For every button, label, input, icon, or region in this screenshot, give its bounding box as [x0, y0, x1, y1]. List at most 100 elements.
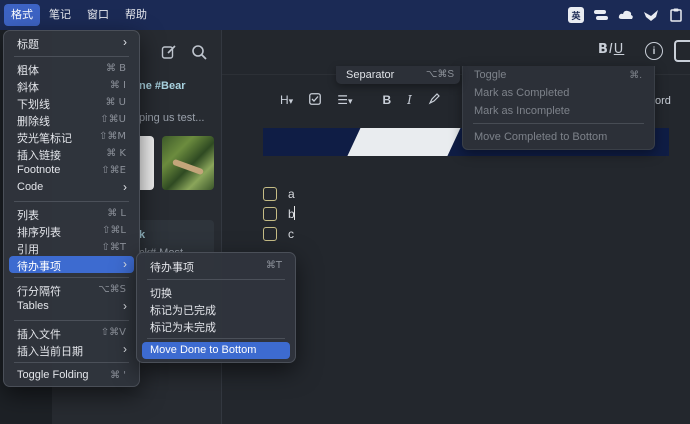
menu-separator	[14, 56, 129, 57]
menu-item-label: 行分隔符	[17, 286, 61, 298]
menu-item-quote[interactable]: 引用 ⇧⌘T	[9, 239, 134, 256]
checkbox-icon[interactable]	[309, 92, 322, 108]
menu-item-shortcut: ⇧⌘L	[102, 225, 126, 236]
menu-item-bold[interactable]: 粗体 ⌘ B	[9, 60, 134, 77]
bold-button[interactable]: B	[383, 93, 392, 107]
compose-icon[interactable]	[158, 41, 180, 63]
menu-format[interactable]: 格式	[4, 4, 40, 26]
menu-item-label: 插入文件	[17, 329, 61, 341]
bold-label: B	[598, 42, 609, 57]
menu-item-shortcut: ⇧⌘T	[101, 242, 127, 253]
menu-item-shortcut: ⌘T	[265, 260, 282, 271]
menu-item-code[interactable]: Code ›	[9, 179, 134, 196]
menu-item-tables[interactable]: Tables ›	[9, 298, 134, 315]
menu-item-label: Move Done to Bottom	[150, 344, 257, 356]
menu-item-label: 切换	[150, 288, 172, 300]
menu-item-label: 待办事项	[150, 262, 194, 274]
text-cursor	[294, 206, 295, 220]
chevron-down-icon: ▾	[288, 96, 294, 106]
menu-item-shortcut: ⇧⌘E	[101, 165, 126, 176]
menu-item-label: 下划线	[17, 99, 50, 111]
submenu-item-mark-undone[interactable]: 标记为未完成	[142, 317, 290, 334]
menu-item-insert-file[interactable]: 插入文件 ⇧⌘V	[9, 324, 134, 341]
menu-item-shortcut: ⌘ B	[105, 63, 126, 74]
menu-item-underline[interactable]: 下划线 ⌘ U	[9, 94, 134, 111]
submenu-item-move-done-bottom[interactable]: Move Done to Bottom	[142, 342, 290, 359]
highlighter-icon[interactable]	[428, 92, 440, 108]
menu-item-label: 列表	[17, 210, 39, 222]
menu-item-label: 排序列表	[17, 227, 61, 239]
menu-item-insert-link[interactable]: 插入链接 ⌘ K	[9, 145, 134, 162]
submenu-item-mark-done[interactable]: 标记为已完成	[142, 300, 290, 317]
italic-button[interactable]: I	[407, 93, 412, 107]
menu-item-label: 荧光笔标记	[17, 133, 72, 145]
task-checkbox[interactable]	[263, 187, 277, 201]
mark-incomplete-item[interactable]: Mark as Incomplete	[474, 105, 570, 117]
search-icon[interactable]	[188, 41, 210, 63]
menu-separator	[473, 123, 644, 124]
toggle-shortcut: ⌘.	[629, 70, 642, 81]
format-menu: 标题 › 粗体 ⌘ B 斜体 ⌘ I 下划线 ⌘ U 删除线 ⇧⌘U 荧光笔标记 ⇧⌘M 插…	[3, 30, 140, 387]
chevron-right-icon: ›	[123, 342, 127, 356]
menu-item-label: 斜体	[17, 82, 39, 94]
task-item[interactable]: a	[263, 186, 295, 202]
menu-window[interactable]: 窗口	[80, 4, 116, 26]
clipboard-icon[interactable]	[668, 7, 684, 23]
info-icon[interactable]: i	[645, 42, 663, 60]
task-checkbox[interactable]	[263, 207, 277, 221]
toggle-item[interactable]: Toggle	[474, 69, 506, 81]
move-completed-item[interactable]: Move Completed to Bottom	[474, 131, 607, 143]
menu-item-footnote[interactable]: Footnote ⇧⌘E	[9, 162, 134, 179]
chevron-right-icon: ›	[123, 35, 127, 49]
text-style-toggle[interactable]: BIU	[598, 42, 624, 57]
format-bar-trailing-text: ord	[655, 95, 671, 107]
panel-toggle-icon[interactable]	[674, 40, 690, 62]
heading-label: H	[280, 93, 289, 107]
input-method-icon[interactable]: 英	[568, 7, 584, 23]
mark-completed-item[interactable]: Mark as Completed	[474, 87, 569, 99]
menu-separator	[14, 320, 129, 321]
menu-item-shortcut: ⇧⌘M	[98, 131, 126, 142]
menu-item-label: 插入当前日期	[17, 346, 83, 358]
menu-item-ordered-list[interactable]: 排序列表 ⇧⌘L	[9, 222, 134, 239]
heading-button[interactable]: H▾	[280, 93, 293, 107]
menu-item-shortcut: ⇧⌘U	[100, 114, 126, 125]
chevron-down-icon: ▾	[347, 96, 353, 106]
format-bar: H▾ ☰▾ B I	[280, 90, 456, 110]
note-tag: ne #Bear	[139, 80, 186, 92]
task-text: a	[288, 187, 295, 201]
task-checkbox[interactable]	[263, 227, 277, 241]
separator-item[interactable]: Separator	[346, 69, 394, 81]
bird-icon[interactable]	[643, 7, 659, 23]
menu-item-label: 标记为未完成	[150, 322, 216, 334]
task-text: c	[288, 227, 294, 241]
cloud-icon[interactable]	[618, 7, 634, 23]
menu-item-shortcut: ⌘ K	[106, 148, 126, 159]
menu-item-heading[interactable]: 标题 ›	[9, 34, 134, 51]
menu-item-highlight[interactable]: 荧光笔标记 ⇧⌘M	[9, 128, 134, 145]
menu-item-toggle-folding[interactable]: Toggle Folding ⌘ '	[9, 367, 134, 384]
menu-item-shortcut: ⌘ U	[105, 97, 127, 108]
menu-item-label: Tables	[17, 300, 49, 312]
note-image-thumbnail	[162, 136, 214, 190]
todo-dropdown: Toggle ⌘. Mark as Completed Mark as Inco…	[462, 66, 655, 150]
task-item[interactable]: b	[263, 206, 295, 222]
note-thumbnail	[139, 136, 154, 190]
menu-item-label: 插入链接	[17, 150, 61, 162]
menu-item-line-separator[interactable]: 行分隔符 ⌥⌘S	[9, 281, 134, 298]
menu-item-italic[interactable]: 斜体 ⌘ I	[9, 77, 134, 94]
menu-help[interactable]: 帮助	[118, 4, 154, 26]
menu-note[interactable]: 笔记	[42, 4, 78, 26]
list-icon[interactable]: ☰▾	[337, 93, 352, 107]
menu-item-insert-date[interactable]: 插入当前日期 ›	[9, 341, 134, 358]
menu-item-shortcut: ⌘ L	[107, 208, 126, 219]
submenu-item-toggle[interactable]: 切换	[142, 283, 290, 300]
menu-item-strikethrough[interactable]: 删除线 ⇧⌘U	[9, 111, 134, 128]
submenu-item-todo[interactable]: 待办事项 ⌘T	[142, 257, 290, 274]
menu-item-list[interactable]: 列表 ⌘ L	[9, 205, 134, 222]
menu-separator	[147, 338, 285, 339]
menu-item-todo[interactable]: 待办事项 ›	[9, 256, 134, 273]
menu-item-label: 粗体	[17, 65, 39, 77]
toggle-icon[interactable]	[593, 7, 609, 23]
task-item[interactable]: c	[263, 226, 294, 242]
